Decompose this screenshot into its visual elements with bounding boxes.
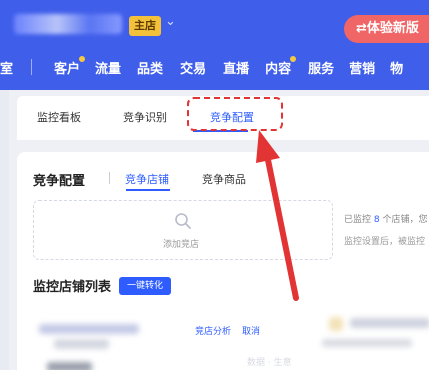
shop-avatar-blurred — [329, 317, 343, 331]
shop-avatar-blurred — [54, 339, 109, 349]
info-suffix: 个店铺，您 — [379, 215, 428, 225]
one-click-convert-button[interactable]: 一键转化 — [119, 277, 172, 295]
info-prefix: 已监控 — [344, 215, 374, 225]
active-subtab-indicator — [126, 189, 170, 191]
monitor-info: 已监控 8 个店铺，您 — [344, 212, 427, 225]
chevron-down-icon[interactable]: ⌄ — [165, 14, 176, 29]
competitor-analysis-link[interactable]: 竞店分析 — [195, 324, 231, 337]
search-icon — [175, 213, 191, 229]
subtab-competing-shops[interactable]: 竞争店铺 — [125, 171, 169, 187]
nav-item-category[interactable]: 品类 — [137, 58, 163, 77]
watermark: 数据 · 生意 — [247, 358, 292, 368]
nav-divider — [31, 59, 33, 75]
shop-name-blurred — [350, 318, 429, 328]
nav-item-service[interactable]: 服务 — [308, 58, 334, 77]
nav-item-traffic[interactable]: 流量 — [95, 58, 121, 77]
notification-dot — [290, 55, 297, 62]
notification-dot — [79, 55, 86, 62]
nav-item-trade[interactable]: 交易 — [180, 58, 206, 77]
try-new-version-button[interactable]: ⇄体验新版 — [344, 15, 429, 43]
section-title: 竞争配置 — [33, 174, 86, 189]
left-rail — [0, 90, 9, 370]
main-nav: 室 客户 流量 品类 交易 直播 内容 服务 营销 物 — [0, 54, 429, 80]
nav-item-customer[interactable]: 客户 — [54, 55, 86, 77]
shop-avatar-blurred — [47, 362, 92, 370]
top-header: 主店 ⌄ ⇄体验新版 室 客户 流量 品类 交易 直播 内容 服务 营销 物 — [0, 0, 429, 90]
main-shop-badge: 主店 — [129, 16, 161, 36]
subtab-competing-products[interactable]: 竞争商品 — [202, 171, 246, 187]
annotation-dashed-box — [187, 97, 283, 131]
monitor-info-line2: 监控设置后，被监控 — [344, 237, 426, 247]
nav-item-logistics[interactable]: 物 — [390, 58, 403, 77]
shop-name-blurred[interactable] — [14, 14, 122, 34]
nav-item-room[interactable]: 室 — [0, 58, 13, 77]
cancel-link[interactable]: 取消 — [242, 324, 260, 337]
nav-item-content[interactable]: 内容 — [265, 55, 297, 77]
config-card: 竞争配置 竞争店铺 竞争商品 添加竞店 已监控 8 个店铺，您 监控设置后，被监… — [17, 152, 429, 370]
screen: 主店 ⌄ ⇄体验新版 室 客户 流量 品类 交易 直播 内容 服务 营销 物 监… — [0, 0, 429, 370]
shop-name-blurred — [39, 324, 139, 334]
nav-item-live[interactable]: 直播 — [223, 58, 249, 77]
nav-item-marketing[interactable]: 营销 — [349, 58, 375, 77]
add-competitor-label: 添加竞店 — [163, 240, 200, 250]
title-divider — [109, 172, 110, 184]
add-competitor-box[interactable]: 添加竞店 — [33, 200, 333, 260]
shop-meta-blurred — [322, 339, 412, 347]
tab-competition-identify[interactable]: 竞争识别 — [123, 109, 167, 125]
list-title: 监控店铺列表 — [33, 280, 112, 295]
tab-monitor-board[interactable]: 监控看板 — [37, 109, 81, 125]
